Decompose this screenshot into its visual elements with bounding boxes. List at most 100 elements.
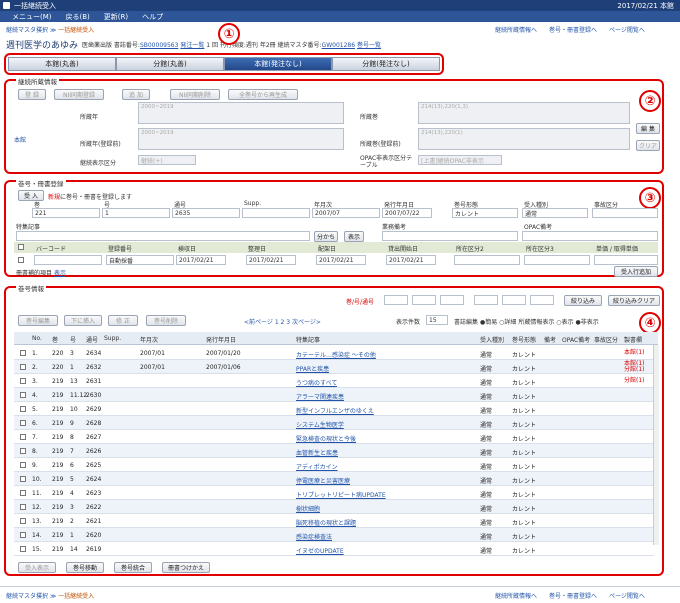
shelve-date-input[interactable]: 2017/02/21 xyxy=(316,255,366,265)
row-checkbox[interactable] xyxy=(20,490,26,496)
row-checkbox[interactable] xyxy=(20,476,26,482)
opac-hide-select[interactable]: [上書]継続OPAC非表示 xyxy=(418,155,502,165)
show-button[interactable]: 表示 xyxy=(344,231,364,242)
volume-edit-button[interactable]: 巻号編集 xyxy=(18,315,58,326)
inspect-date-input[interactable]: 2017/02/21 xyxy=(176,255,226,265)
insert-below-button[interactable]: 下に挿入 xyxy=(64,315,102,326)
menu-item-menu[interactable]: メニュー(M) xyxy=(12,12,52,22)
cell-art[interactable]: アディポカイン xyxy=(296,462,338,471)
cell-art[interactable]: 緊急検査の現状と今後 xyxy=(296,434,356,443)
edit-button[interactable]: 編 集 xyxy=(636,123,660,134)
tab-honkan-maruzen[interactable]: 本館(丸善) xyxy=(8,57,116,71)
row-checkbox[interactable] xyxy=(20,350,26,356)
row-checkbox[interactable] xyxy=(20,364,26,370)
filter-vol-to[interactable] xyxy=(474,295,498,305)
volume-delete-button[interactable]: 巻号削除 xyxy=(146,315,186,326)
nii-sync-delete-button[interactable]: NII同期削除 xyxy=(170,89,220,100)
kind-select[interactable]: 通常 xyxy=(522,208,588,218)
loc3-select[interactable] xyxy=(524,255,590,265)
row-checkbox[interactable] xyxy=(20,546,26,552)
accept-display-button[interactable]: 受入表示 xyxy=(18,562,56,573)
menu-item-back[interactable]: 戻る(B) xyxy=(66,12,90,22)
footer-link-register[interactable]: 巻号・冊書登録へ xyxy=(549,591,597,600)
accident-select[interactable] xyxy=(592,208,658,218)
cell-art[interactable]: カテーテル…感染症 ～その他 xyxy=(296,350,376,359)
arrange-date-input[interactable]: 2017/02/21 xyxy=(246,255,296,265)
footer-link-holdings[interactable]: 継続所蔵情報へ xyxy=(495,591,537,600)
filter-iss-from[interactable] xyxy=(412,295,436,305)
special-article-input[interactable] xyxy=(16,231,310,241)
link-pages[interactable]: ページ閲覧へ xyxy=(609,25,645,34)
row-checkbox[interactable] xyxy=(20,434,26,440)
cell-art[interactable]: 樹状細胞 xyxy=(296,504,320,513)
barcode-input[interactable] xyxy=(34,255,102,265)
cell-art[interactable]: 感染症検査法 xyxy=(296,532,332,541)
copy-row-checkbox[interactable] xyxy=(18,257,24,263)
tab-honkan-no-order[interactable]: 本館(発注なし) xyxy=(224,57,332,71)
cell-art[interactable]: PPARと疾患 xyxy=(296,364,329,373)
pubdate-input[interactable]: 2007/07/22 xyxy=(382,208,432,218)
filter-button[interactable]: 絞り込み xyxy=(564,295,602,306)
serial-input[interactable]: 2635 xyxy=(172,208,240,218)
row-checkbox[interactable] xyxy=(20,406,26,412)
menu-item-refresh[interactable]: 更新(R) xyxy=(104,12,128,22)
nii-sync-register-button[interactable]: NII同期登録 xyxy=(54,89,104,100)
cell-art[interactable]: イヌゼのUPDATE xyxy=(296,546,344,555)
table-row[interactable] xyxy=(14,500,654,514)
row-checkbox[interactable] xyxy=(20,448,26,454)
yearmonth-input[interactable]: 2007/07 xyxy=(312,208,380,218)
copy-reassign-button[interactable]: 冊書つけかえ xyxy=(162,562,210,573)
order-list-link[interactable]: 発注一覧 xyxy=(180,42,204,49)
row-checkbox[interactable] xyxy=(20,420,26,426)
cell-art[interactable]: 脳死移植の現状と課題 xyxy=(296,518,356,527)
breadcrumb-parent[interactable]: 継続マスタ撲択 xyxy=(6,27,48,34)
footer-link-pages[interactable]: ページ閲覧へ xyxy=(609,591,645,600)
regno-input[interactable]: 自動採番 xyxy=(106,255,174,265)
vol-input[interactable]: 221 xyxy=(32,208,100,218)
lend-date-input[interactable]: 2017/02/21 xyxy=(386,255,436,265)
link-holdings[interactable]: 継続所蔵情報へ xyxy=(495,25,537,34)
row-checkbox[interactable] xyxy=(20,378,26,384)
opac-note-input[interactable] xyxy=(522,231,658,241)
cell-art[interactable]: うつ病のすべて xyxy=(296,378,337,387)
table-row[interactable] xyxy=(14,360,654,374)
row-checkbox[interactable] xyxy=(20,518,26,524)
holding-year-prev-field[interactable]: 2000~2019 xyxy=(138,128,344,150)
row-checkbox[interactable] xyxy=(20,392,26,398)
row-checkbox[interactable] xyxy=(20,462,26,468)
row-checkbox[interactable] xyxy=(20,532,26,538)
holding-volume-field[interactable]: 214(13),220(1,3) xyxy=(418,102,630,124)
table-row[interactable] xyxy=(14,528,654,542)
bib-number-link[interactable]: SB00009563 xyxy=(140,42,178,49)
cell-art[interactable]: トリプレットリピート病UPDATE xyxy=(296,490,386,499)
business-note-input[interactable] xyxy=(382,231,518,241)
footer-breadcrumb-parent[interactable]: 継続マスタ撲択 xyxy=(6,593,48,600)
list-scrollbar[interactable] xyxy=(653,345,659,545)
holding-volume-prev-field[interactable]: 214(13),220(1) xyxy=(418,128,630,150)
per-page-select[interactable]: 15 xyxy=(426,315,448,325)
row-checkbox[interactable] xyxy=(20,504,26,510)
filter-iss-to[interactable] xyxy=(502,295,526,305)
add-button[interactable]: 追 加 xyxy=(122,89,150,100)
continuation-display-select[interactable]: 継続(+) xyxy=(138,155,196,165)
cell-art[interactable]: 停電医療と災害医療 xyxy=(296,476,350,485)
master-number-link[interactable]: GW001286 xyxy=(322,42,356,49)
modify-button[interactable]: 修 正 xyxy=(108,315,138,326)
add-row-button[interactable]: 受入行追加 xyxy=(614,266,658,277)
cell-art[interactable]: アラーマ関連疾患 xyxy=(296,392,344,401)
supp-input[interactable] xyxy=(242,208,310,218)
filter-serial-from[interactable] xyxy=(440,295,464,305)
volume-move-button[interactable]: 巻号移動 xyxy=(66,562,104,573)
extra-items-show-link[interactable]: 表示 xyxy=(54,270,66,277)
filter-clear-button[interactable]: 絞り込みクリア xyxy=(608,295,660,306)
split-button[interactable]: 分かち xyxy=(314,231,338,242)
clear-button[interactable]: クリア xyxy=(636,140,660,151)
cell-art[interactable]: 新型インフルエンザのゆくえ xyxy=(296,406,374,415)
tab-bunkan-no-order[interactable]: 分館(発注なし) xyxy=(332,57,440,71)
register-button[interactable]: 登 録 xyxy=(18,89,46,100)
issue-input[interactable]: 1 xyxy=(102,208,170,218)
accept-button[interactable]: 受 入 xyxy=(18,190,44,201)
loc2-select[interactable] xyxy=(454,255,520,265)
copy-select-all-checkbox[interactable] xyxy=(18,244,24,250)
regenerate-button[interactable]: 全巻号から再生成 xyxy=(228,89,298,100)
